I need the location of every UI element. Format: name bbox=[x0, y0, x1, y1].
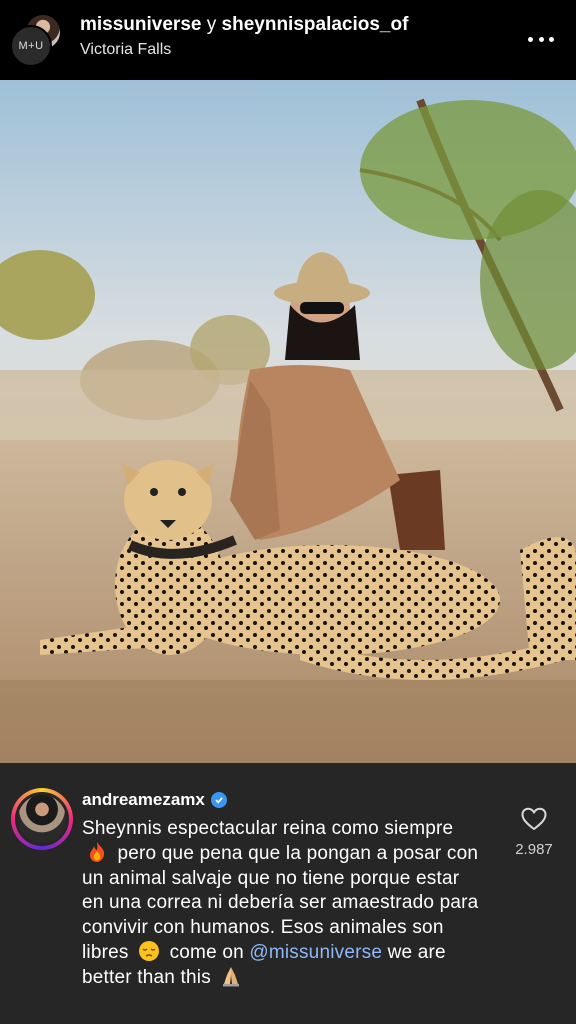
post-header: M+U missuniverse y sheynnispalacios_of V… bbox=[0, 0, 576, 80]
commenter-username[interactable]: andreamezamx bbox=[82, 790, 205, 810]
author-secondary-link[interactable]: sheynnispalacios_of bbox=[222, 14, 409, 35]
comment-text-part-1: Sheynnis espectacular reina como siempre bbox=[82, 818, 454, 839]
like-count: 2.987 bbox=[515, 841, 553, 858]
collab-avatars[interactable]: M+U bbox=[10, 13, 62, 67]
verified-badge-icon bbox=[210, 792, 227, 808]
mention-link[interactable]: @missuniverse bbox=[249, 942, 382, 963]
header-text: missuniverse y sheynnispalacios_of Victo… bbox=[80, 14, 408, 59]
author-primary-link[interactable]: missuniverse bbox=[80, 14, 201, 35]
more-options-icon[interactable] bbox=[528, 29, 554, 49]
avatar-primary[interactable]: M+U bbox=[10, 25, 52, 67]
comment-text-part-3: come on bbox=[169, 942, 244, 964]
like-control[interactable]: 2.987 bbox=[506, 807, 562, 858]
post-authors: missuniverse y sheynnispalacios_of bbox=[80, 14, 408, 36]
commenter-name[interactable]: andreamezamx bbox=[82, 790, 227, 810]
safari-cheetah-photo bbox=[0, 80, 576, 763]
post-photo[interactable] bbox=[0, 80, 576, 763]
fire-emoji-icon bbox=[90, 842, 105, 863]
commenter-avatar[interactable] bbox=[15, 792, 69, 846]
location-link[interactable]: Victoria Falls bbox=[80, 41, 408, 59]
heart-outline-icon[interactable] bbox=[521, 807, 547, 831]
commenter-avatar-ring[interactable] bbox=[11, 788, 73, 850]
author-conjunction: y bbox=[206, 14, 217, 35]
comment-text: Sheynnis espectacular reina como siempre… bbox=[82, 817, 482, 991]
pensive-emoji-icon bbox=[139, 941, 160, 962]
comment-panel: andreamezamx Sheynnis espectacular reina… bbox=[0, 763, 576, 1024]
folded-hands-emoji-icon bbox=[223, 967, 240, 987]
